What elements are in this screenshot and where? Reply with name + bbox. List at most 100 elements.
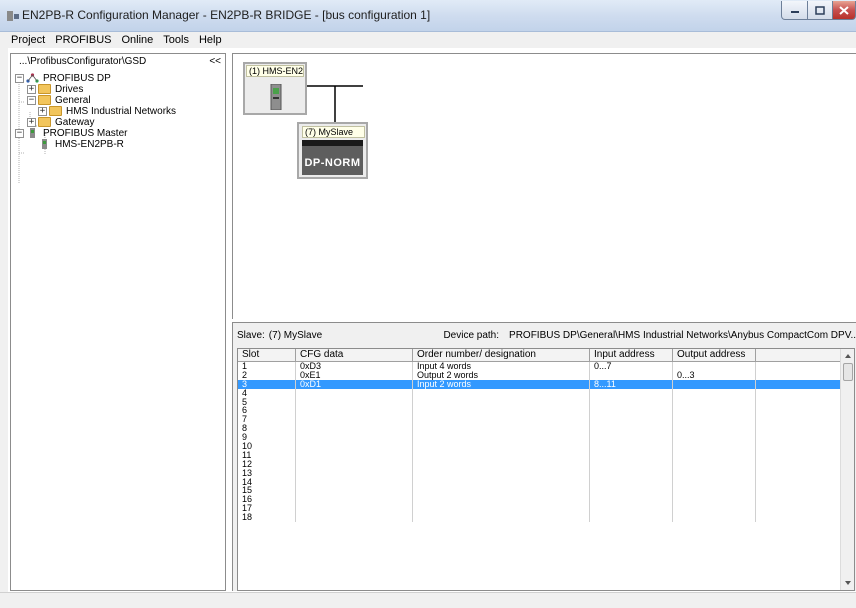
table-cell[interactable]: 0...3: [673, 370, 756, 380]
table-cell[interactable]: 13: [238, 468, 296, 478]
table-cell[interactable]: 17: [238, 504, 296, 514]
table-cell[interactable]: 8...11: [590, 379, 673, 389]
table-cell[interactable]: [296, 397, 413, 407]
table-cell[interactable]: [590, 370, 673, 380]
expand-icon[interactable]: +: [27, 117, 36, 127]
slave-node[interactable]: (7) MySlave DP-NORM: [297, 122, 368, 179]
table-cell[interactable]: [296, 406, 413, 416]
table-row[interactable]: 11: [238, 450, 842, 460]
table-cell[interactable]: [296, 450, 413, 460]
table-cell[interactable]: [413, 495, 590, 505]
table-cell[interactable]: [296, 477, 413, 487]
table-row[interactable]: 9: [238, 433, 842, 443]
table-cell[interactable]: [590, 459, 673, 469]
table-row[interactable]: 5: [238, 397, 842, 407]
table-cell[interactable]: [673, 397, 756, 407]
table-cell[interactable]: 0xE1: [296, 370, 413, 380]
collapse-icon[interactable]: −: [27, 95, 36, 105]
scroll-thumb[interactable]: [843, 363, 853, 381]
table-cell[interactable]: [756, 424, 842, 434]
table-cell[interactable]: [413, 450, 590, 460]
maximize-button[interactable]: [807, 1, 833, 20]
table-cell[interactable]: [756, 397, 842, 407]
table-cell[interactable]: [673, 495, 756, 505]
table-cell[interactable]: [590, 486, 673, 496]
table-cell[interactable]: 18: [238, 513, 296, 523]
table-cell[interactable]: 2: [238, 370, 296, 380]
table-cell[interactable]: 5: [238, 397, 296, 407]
table-cell[interactable]: 8: [238, 424, 296, 434]
table-cell[interactable]: [590, 450, 673, 460]
table-row[interactable]: 14: [238, 477, 842, 487]
table-cell[interactable]: [590, 388, 673, 398]
table-row[interactable]: 12: [238, 459, 842, 469]
table-cell[interactable]: [413, 504, 590, 514]
table-cell[interactable]: [296, 388, 413, 398]
table-row[interactable]: 18: [238, 513, 842, 523]
table-cell[interactable]: [413, 442, 590, 451]
table-cell[interactable]: [296, 513, 413, 523]
table-cell[interactable]: 7: [238, 415, 296, 425]
table-cell[interactable]: [673, 388, 756, 398]
table-cell[interactable]: [296, 415, 413, 425]
table-row[interactable]: 15: [238, 486, 842, 496]
bus-diagram-canvas[interactable]: (1) HMS-EN2 (7) MySlave DP-NORM: [232, 53, 856, 319]
minimize-button[interactable]: [781, 1, 808, 20]
table-cell[interactable]: [756, 450, 842, 460]
table-cell[interactable]: [673, 424, 756, 434]
table-cell[interactable]: [673, 504, 756, 514]
menu-online[interactable]: Online: [116, 34, 158, 46]
table-cell[interactable]: [296, 468, 413, 478]
table-cell[interactable]: [590, 397, 673, 407]
table-cell[interactable]: [673, 362, 756, 371]
table-cell[interactable]: [590, 477, 673, 487]
table-cell[interactable]: [673, 486, 756, 496]
table-cell[interactable]: 6: [238, 406, 296, 416]
table-cell[interactable]: 4: [238, 388, 296, 398]
table-cell[interactable]: [413, 513, 590, 523]
table-cell[interactable]: [673, 450, 756, 460]
table-row[interactable]: 3 0xD1 Input 2 words 8...11: [238, 379, 842, 389]
table-cell[interactable]: [296, 504, 413, 514]
table-row[interactable]: 8: [238, 424, 842, 434]
table-cell[interactable]: [590, 495, 673, 505]
column-header-output-address[interactable]: Output address: [673, 349, 756, 362]
master-node[interactable]: (1) HMS-EN2: [243, 62, 307, 115]
vertical-scrollbar[interactable]: [840, 349, 854, 590]
table-cell[interactable]: [413, 477, 590, 487]
table-cell[interactable]: [756, 362, 842, 371]
table-cell[interactable]: [413, 406, 590, 416]
table-row[interactable]: 2 0xE1 Output 2 words 0...3: [238, 370, 842, 380]
table-cell[interactable]: [756, 495, 842, 505]
column-header-slot[interactable]: Slot: [238, 349, 296, 362]
table-cell[interactable]: [673, 468, 756, 478]
table-cell[interactable]: [673, 513, 756, 523]
table-cell[interactable]: [296, 495, 413, 505]
table-cell[interactable]: [673, 433, 756, 443]
table-cell[interactable]: 11: [238, 450, 296, 460]
collapse-icon[interactable]: −: [15, 73, 24, 83]
table-cell[interactable]: 9: [238, 433, 296, 443]
menu-project[interactable]: Project: [6, 34, 50, 46]
column-header-empty[interactable]: [756, 349, 842, 362]
table-cell[interactable]: [413, 397, 590, 407]
table-row[interactable]: 6: [238, 406, 842, 416]
table-cell[interactable]: [590, 513, 673, 523]
close-button[interactable]: [832, 1, 856, 20]
table-cell[interactable]: [296, 424, 413, 434]
table-row[interactable]: 16: [238, 495, 842, 505]
table-cell[interactable]: Input 4 words: [413, 362, 590, 371]
table-cell[interactable]: 10: [238, 442, 296, 451]
table-cell[interactable]: Input 2 words: [413, 379, 590, 389]
table-row[interactable]: 4: [238, 388, 842, 398]
table-row[interactable]: 7: [238, 415, 842, 425]
expand-icon[interactable]: +: [38, 106, 47, 116]
table-cell[interactable]: [673, 442, 756, 451]
table-cell[interactable]: [413, 459, 590, 469]
table-cell[interactable]: 0...7: [590, 362, 673, 371]
table-cell[interactable]: [413, 415, 590, 425]
table-cell[interactable]: [296, 433, 413, 443]
table-cell[interactable]: 0xD3: [296, 362, 413, 371]
table-cell[interactable]: [756, 459, 842, 469]
column-header-input-address[interactable]: Input address: [590, 349, 673, 362]
